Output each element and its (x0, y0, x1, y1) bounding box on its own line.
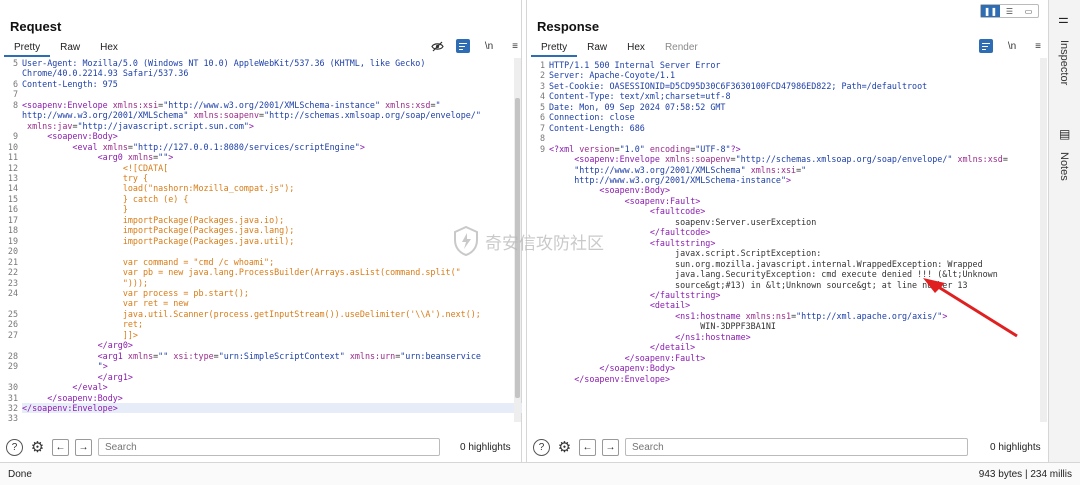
help-icon[interactable]: ? (6, 438, 23, 456)
shield-icon (454, 226, 478, 256)
hide-icon[interactable] (430, 39, 444, 53)
watermark: 奇安信攻防社区 (453, 226, 604, 256)
response-line-numbers: 1 2 3 4 5 6 7 8 9 (539, 60, 545, 154)
next-arrow-icon[interactable]: → (75, 438, 92, 456)
tab-pretty[interactable]: Pretty (4, 39, 51, 57)
request-editor[interactable]: 5 6 7 8 9 10 11 12 13 14 15 16 17 18 19 … (0, 58, 522, 422)
previous-arrow-icon[interactable]: ← (52, 438, 69, 456)
status-bar: Done 943 bytes | 234 millis (0, 462, 1080, 485)
watermark-text: 奇安信攻防社区 (485, 233, 604, 253)
response-search-input[interactable] (625, 438, 968, 456)
previous-arrow-icon[interactable]: ← (579, 438, 596, 456)
request-search-input[interactable] (98, 438, 440, 456)
response-pane: Response Pretty Raw Hex Render \n ≡ 1 2 … (526, 0, 1048, 462)
request-title: Request (10, 19, 62, 34)
tab-raw[interactable]: Raw (577, 39, 617, 57)
response-scrollbar[interactable] (1040, 58, 1047, 422)
help-icon[interactable]: ? (533, 438, 550, 456)
request-search-bar: ? ⚙ ← → 0 highlights (6, 436, 516, 458)
tab-hex[interactable]: Hex (90, 39, 128, 57)
newline-icon[interactable]: \n (482, 39, 496, 53)
response-highlights-count: 0 highlights (990, 441, 1041, 453)
newline-icon[interactable]: \n (1005, 39, 1019, 53)
status-text: Done (8, 468, 32, 480)
split-horizontal-icon[interactable]: ❚❚ (981, 5, 1000, 17)
request-highlights-count: 0 highlights (460, 441, 511, 453)
layout-toggle: ❚❚ ☰ ▭ (980, 4, 1039, 18)
format-icon[interactable] (456, 39, 470, 53)
tab-pretty[interactable]: Pretty (531, 39, 578, 57)
request-toolbar: \n ≡ (430, 39, 522, 53)
request-body[interactable]: User-Agent: Mozilla/5.0 (Windows NT 10.0… (22, 58, 522, 413)
response-title: Response (537, 19, 600, 34)
response-toolbar: \n ≡ (979, 39, 1045, 53)
tab-raw[interactable]: Raw (50, 39, 90, 57)
side-panel: ⚌ Inspector ▤ Notes (1048, 0, 1080, 462)
response-size-time: 943 bytes | 234 millis (978, 468, 1072, 480)
inspector-tab[interactable]: Inspector (1058, 40, 1070, 85)
response-search-bar: ? ⚙ ← → 0 highlights (533, 436, 1048, 458)
menu-icon[interactable]: ≡ (508, 39, 522, 53)
format-icon[interactable] (979, 39, 993, 53)
settings-gear-icon[interactable]: ⚙ (29, 439, 46, 456)
tab-hex[interactable]: Hex (617, 39, 655, 57)
notes-icon[interactable]: ▤ (1059, 127, 1070, 141)
tabs-layout-icon[interactable]: ▭ (1019, 5, 1038, 17)
next-arrow-icon[interactable]: → (602, 438, 619, 456)
settings-gear-icon[interactable]: ⚙ (556, 439, 573, 456)
notes-tab[interactable]: Notes (1058, 152, 1070, 181)
sliders-icon[interactable]: ⚌ (1058, 12, 1069, 26)
response-body[interactable]: HTTP/1.1 500 Internal Server Error Serve… (549, 60, 1019, 384)
menu-icon[interactable]: ≡ (1031, 39, 1045, 53)
request-line-numbers: 5 6 7 8 9 10 11 12 13 14 15 16 17 18 19 … (7, 58, 18, 422)
request-tabs: Pretty Raw Hex (4, 39, 128, 57)
burp-repeater: Request Pretty Raw Hex \n ≡ 5 6 7 8 9 10… (0, 0, 1080, 485)
split-vertical-icon[interactable]: ☰ (1000, 5, 1019, 17)
request-pane: Request Pretty Raw Hex \n ≡ 5 6 7 8 9 10… (0, 0, 522, 462)
tab-render[interactable]: Render (655, 39, 708, 57)
response-tabs: Pretty Raw Hex Render (531, 39, 708, 57)
